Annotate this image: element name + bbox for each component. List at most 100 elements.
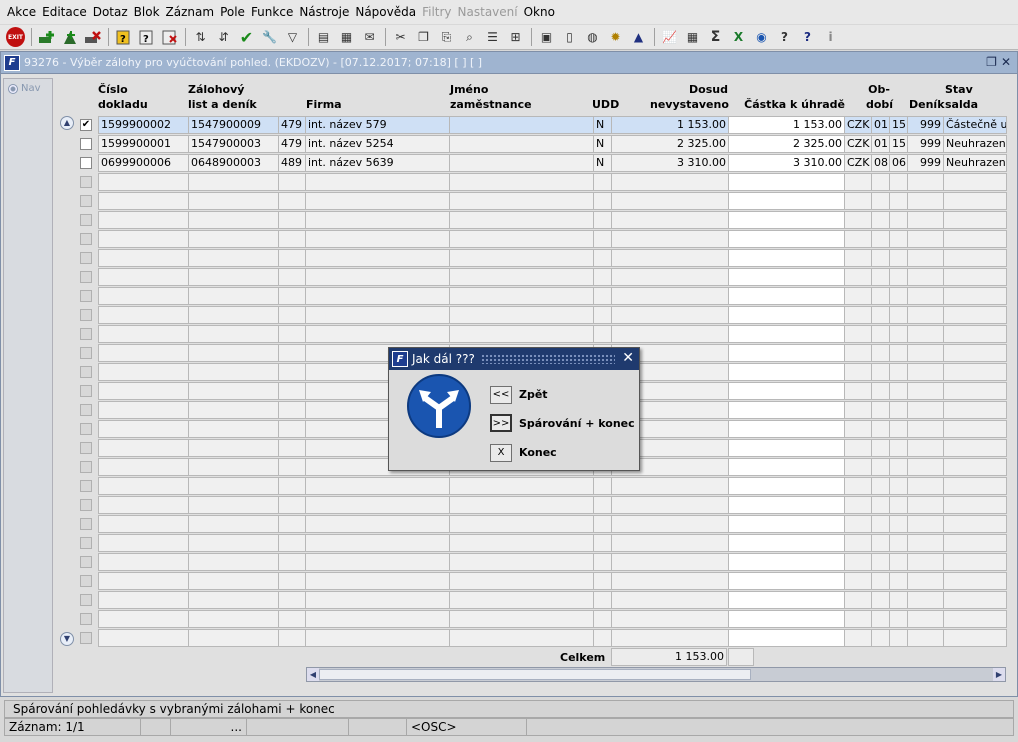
cell-jmeno[interactable] [449, 192, 594, 210]
cell-cislo[interactable] [98, 306, 189, 324]
cell-mena[interactable] [844, 458, 872, 476]
cell-kod[interactable] [278, 382, 306, 400]
wrench-icon[interactable]: 🔧 [260, 28, 279, 47]
cell-denik[interactable]: 999 [907, 154, 944, 172]
cell-obd2[interactable] [889, 496, 908, 514]
cell-dosud[interactable] [611, 610, 729, 628]
cell-obd2[interactable] [889, 382, 908, 400]
cell-obd1[interactable] [871, 249, 890, 267]
cell-cislo[interactable] [98, 173, 189, 191]
close-window-icon[interactable]: ✕ [1001, 55, 1011, 69]
menu-zaznam[interactable]: Záznam [163, 0, 218, 24]
cell-zalohovy[interactable] [188, 553, 279, 571]
cell-castka[interactable] [728, 534, 845, 552]
delete-record-icon[interactable] [83, 28, 102, 47]
cell-jmeno[interactable] [449, 553, 594, 571]
exit-button[interactable]: EXIT [6, 27, 25, 47]
dialog-close-icon[interactable]: ✕ [622, 350, 634, 366]
cell-jmeno[interactable] [449, 496, 594, 514]
cell-dosud[interactable] [611, 534, 729, 552]
cell-castka[interactable] [728, 515, 845, 533]
cell-zalohovy[interactable] [188, 325, 279, 343]
cell-zalohovy[interactable] [188, 420, 279, 438]
cell-mena[interactable] [844, 325, 872, 343]
cell-obd1[interactable]: 08 [871, 154, 890, 172]
cell-mena[interactable] [844, 382, 872, 400]
cell-cislo[interactable] [98, 287, 189, 305]
cell-dosud[interactable] [611, 192, 729, 210]
cell-jmeno[interactable] [449, 116, 594, 134]
cell-stav[interactable] [943, 173, 1007, 191]
cell-castka[interactable]: 2 325.00 [728, 135, 845, 153]
cell-castka[interactable] [728, 325, 845, 343]
cell-obd1[interactable]: 01 [871, 116, 890, 134]
cell-obd2[interactable] [889, 572, 908, 590]
cell-stav[interactable]: Neuhrazené [943, 154, 1007, 172]
cell-kod[interactable] [278, 268, 306, 286]
cell-obd1[interactable] [871, 458, 890, 476]
menu-nastroje[interactable]: Nástroje [296, 0, 352, 24]
cell-stav[interactable] [943, 344, 1007, 362]
cell-cislo[interactable] [98, 211, 189, 229]
cell-cislo[interactable] [98, 249, 189, 267]
cell-mena[interactable] [844, 268, 872, 286]
cell-castka[interactable] [728, 553, 845, 571]
cell-castka[interactable] [728, 344, 845, 362]
menu-okno[interactable]: Okno [521, 0, 558, 24]
cell-stav[interactable] [943, 306, 1007, 324]
cell-jmeno[interactable] [449, 534, 594, 552]
cell-mena[interactable] [844, 173, 872, 191]
cell-dosud[interactable] [611, 477, 729, 495]
cell-udd[interactable]: N [593, 116, 612, 134]
cell-firma[interactable] [305, 173, 450, 191]
cell-udd[interactable] [593, 249, 612, 267]
cell-obd2[interactable] [889, 268, 908, 286]
cell-cislo[interactable] [98, 629, 189, 647]
cell-mena[interactable] [844, 572, 872, 590]
cell-obd1[interactable] [871, 477, 890, 495]
cell-dosud[interactable] [611, 591, 729, 609]
cell-obd2[interactable] [889, 249, 908, 267]
cell-firma[interactable]: int. název 5254 [305, 135, 450, 153]
scroll-up-button[interactable]: ▲ [60, 116, 74, 130]
cell-obd2[interactable] [889, 363, 908, 381]
cell-udd[interactable] [593, 230, 612, 248]
menu-filtry[interactable]: Filtry [419, 0, 454, 24]
cell-castka[interactable] [728, 211, 845, 229]
cell-jmeno[interactable] [449, 477, 594, 495]
cell-dosud[interactable] [611, 230, 729, 248]
print-preview-icon[interactable]: ▦ [337, 28, 356, 47]
row-checkbox[interactable]: ✔ [80, 119, 92, 131]
cell-obd2[interactable]: 06 [889, 154, 908, 172]
cell-zalohovy[interactable] [188, 268, 279, 286]
cell-udd[interactable] [593, 496, 612, 514]
cell-denik[interactable] [907, 211, 944, 229]
cell-zalohovy[interactable] [188, 629, 279, 647]
cell-denik[interactable] [907, 439, 944, 457]
document-icon[interactable]: ▯ [560, 28, 579, 47]
cell-mena[interactable] [844, 344, 872, 362]
cell-obd1[interactable] [871, 534, 890, 552]
cell-cislo[interactable] [98, 439, 189, 457]
cell-mena[interactable] [844, 534, 872, 552]
cell-obd1[interactable] [871, 192, 890, 210]
cell-obd1[interactable] [871, 496, 890, 514]
menu-akce[interactable]: Akce [4, 0, 39, 24]
cell-stav[interactable] [943, 572, 1007, 590]
cell-udd[interactable] [593, 591, 612, 609]
cell-kod[interactable] [278, 572, 306, 590]
cell-obd2[interactable] [889, 553, 908, 571]
cell-cislo[interactable] [98, 591, 189, 609]
cell-obd2[interactable] [889, 325, 908, 343]
cell-kod[interactable] [278, 420, 306, 438]
query-enter-icon[interactable]: ? [114, 28, 133, 47]
help-icon[interactable]: ? [798, 28, 817, 47]
cell-mena[interactable] [844, 192, 872, 210]
duplicate-record-icon[interactable] [60, 28, 79, 47]
cell-castka[interactable] [728, 591, 845, 609]
cell-firma[interactable] [305, 211, 450, 229]
grid-icon[interactable]: ▦ [683, 28, 702, 47]
sum-icon[interactable]: Σ [706, 28, 725, 47]
cell-castka[interactable] [728, 287, 845, 305]
cell-denik[interactable] [907, 363, 944, 381]
